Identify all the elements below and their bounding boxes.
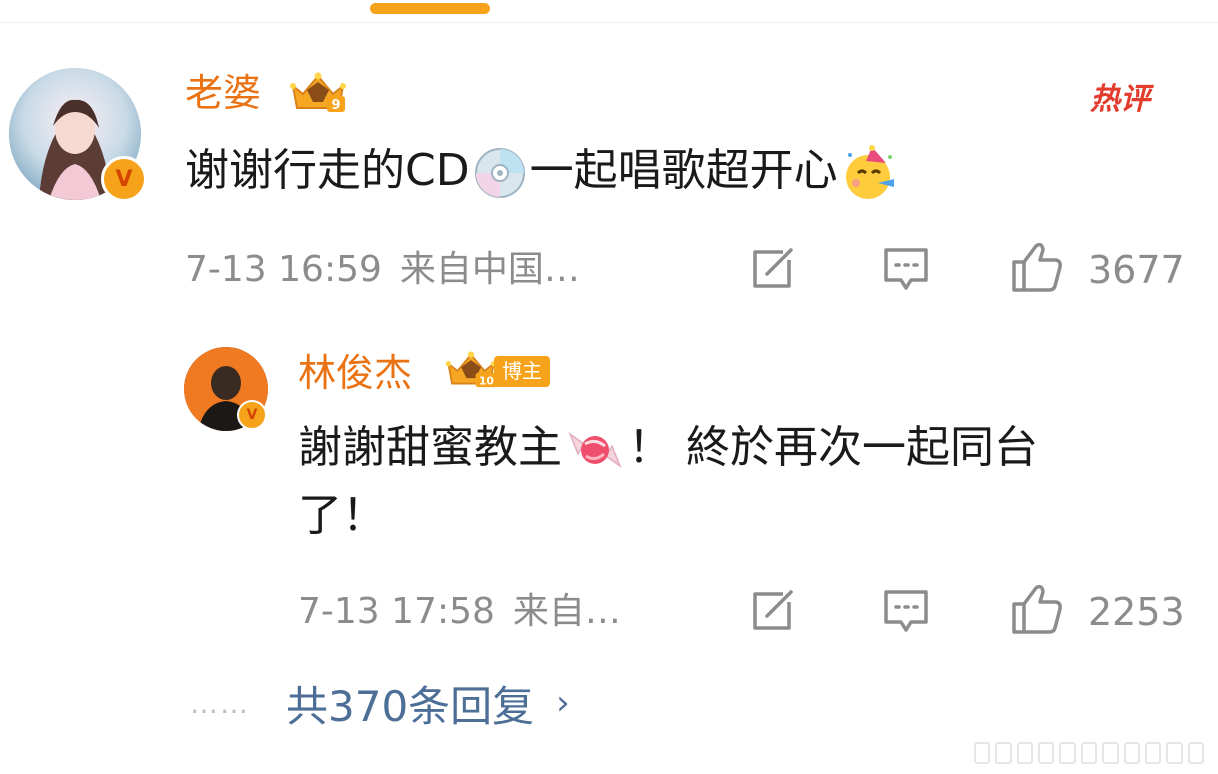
comment-text-part2: 一起唱歌超开心 [529, 145, 838, 196]
watermark-glyph [1187, 742, 1204, 764]
more-replies-label[interactable]: 共370条回复 [286, 673, 534, 734]
blogger-tag: 博主 [494, 356, 550, 387]
comment-meta: 7-13 16:59 来自中国… [185, 248, 580, 292]
reply-avatar[interactable]: V [184, 347, 268, 431]
share-icon[interactable] [747, 586, 797, 636]
hot-tag-label: 热评 [1090, 82, 1150, 117]
tab-indicator [370, 3, 490, 14]
svg-text:9: 9 [331, 98, 340, 113]
chevron-right-icon[interactable]: › [556, 683, 570, 723]
avatar[interactable]: V [9, 68, 147, 202]
thumbs-up-icon[interactable] [1010, 582, 1064, 636]
watermark-glyph [1123, 742, 1140, 764]
verified-badge-icon: V [237, 400, 267, 430]
crown-level-9-icon: 9 [287, 72, 349, 114]
watermark-glyph [1038, 742, 1055, 764]
reply-timestamp: 7-13 17:58 [298, 591, 495, 632]
reply-source: 来自… [512, 591, 621, 632]
watermark-glyph [1059, 742, 1076, 764]
comment-text: 谢谢行走的CD 一起唱歌超开心 [185, 135, 896, 207]
watermark-glyph [1144, 742, 1162, 764]
verified-badge-icon: V [101, 156, 147, 202]
top-divider [0, 22, 1218, 23]
svg-text:10: 10 [479, 374, 495, 387]
comment-timestamp: 7-13 16:59 [185, 249, 382, 290]
reply-meta: 7-13 17:58 来自… [298, 590, 621, 634]
reply-text-line1: 謝謝甜蜜教主 ！ 終於再次一起同台 [298, 414, 1178, 482]
more-replies-link[interactable]: …… 共370条回复 › [190, 676, 570, 731]
candy-emoji [564, 424, 626, 476]
reply-text-line2: 了！ [298, 490, 386, 541]
watermark-glyph [974, 742, 991, 764]
watermark-glyph [1016, 742, 1034, 764]
crown-level-10-icon: 10 [443, 351, 499, 389]
reply-text: 謝謝甜蜜教主 ！ 終於再次一起同台 了！ [298, 414, 1178, 550]
watermark-glyph [1166, 742, 1183, 764]
like-count: 2253 [1088, 590, 1185, 634]
comment-icon[interactable] [881, 244, 931, 294]
dots-separator: …… [190, 686, 250, 720]
thumbs-up-icon[interactable] [1010, 240, 1064, 294]
weibo-comment-page: V 老婆 9 热评 谢谢行走的CD 一起唱歌超开心 7-13 16:59 来自中… [0, 0, 1218, 774]
reply-username[interactable]: 林俊杰 [298, 350, 412, 396]
comment-source: 来自中国… [399, 249, 580, 290]
hot-comment-tag: 热评 [1090, 72, 1180, 117]
share-icon[interactable] [747, 244, 797, 294]
comment-username[interactable]: 老婆 [185, 70, 261, 116]
cd-disc-emoji [474, 147, 526, 199]
watermark-glyph [1102, 742, 1119, 764]
party-face-emoji [842, 145, 896, 201]
watermark [974, 742, 1204, 764]
reply-text-part1: 謝謝甜蜜教主 [298, 422, 562, 473]
comment-text-part1: 谢谢行走的CD [185, 145, 470, 196]
watermark-glyph [1080, 742, 1098, 764]
watermark-glyph [995, 742, 1012, 764]
reply-text-part2: ！ 終於再次一起同台 [628, 422, 1038, 473]
like-count: 3677 [1088, 248, 1185, 292]
comment-icon[interactable] [881, 586, 931, 636]
